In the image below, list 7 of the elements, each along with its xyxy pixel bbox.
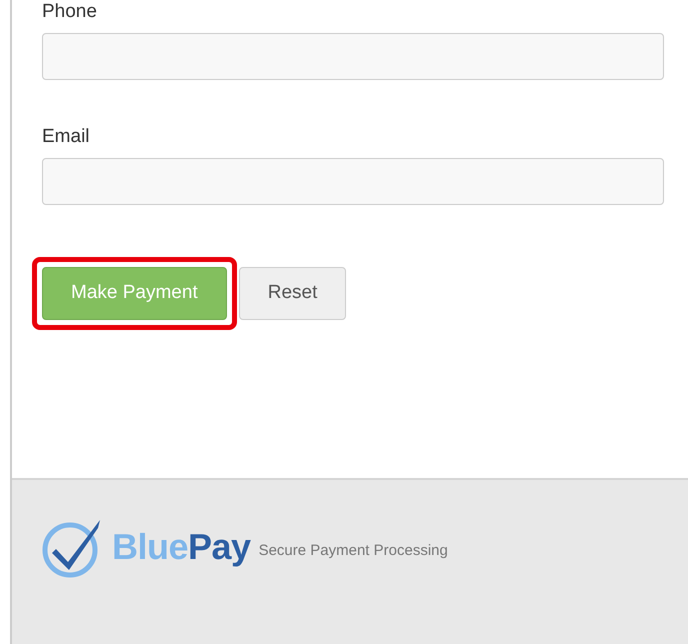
reset-button[interactable]: Reset <box>238 266 346 320</box>
email-field[interactable] <box>42 158 664 205</box>
field-label: Email <box>42 126 91 148</box>
tagline: Secure Payment Processing <box>258 540 448 561</box>
phone-field[interactable] <box>42 32 664 80</box>
brand-name: BluePay <box>112 525 251 569</box>
field-label: Phone <box>42 2 98 23</box>
